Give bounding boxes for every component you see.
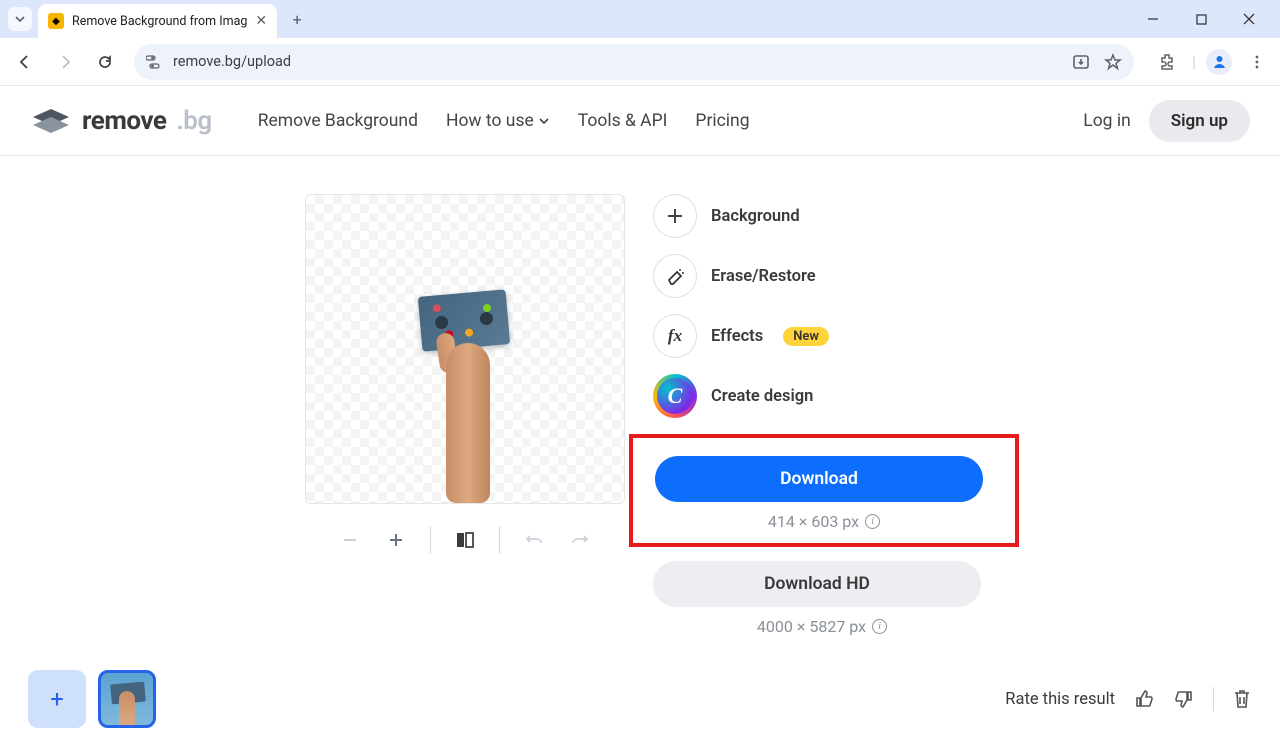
add-image-button[interactable]: +: [28, 670, 86, 728]
nav-pricing[interactable]: Pricing: [695, 111, 749, 131]
forward-button[interactable]: [48, 45, 82, 79]
download-hd-button[interactable]: Download HD: [653, 561, 981, 607]
browser-tab-active[interactable]: ◆ Remove Background from Imag ✕: [38, 4, 277, 38]
reload-button[interactable]: [88, 45, 122, 79]
logo-text-secondary: .bg: [176, 106, 211, 136]
download-hd-dimensions: 4000 × 5827 px i: [653, 617, 991, 636]
compare-toggle-button[interactable]: [453, 528, 477, 552]
redo-button[interactable]: [568, 528, 592, 552]
nav-remove-background[interactable]: Remove Background: [258, 111, 418, 131]
new-badge: New: [783, 327, 829, 346]
action-label: Create design: [711, 387, 813, 406]
download-button[interactable]: Download: [655, 456, 983, 502]
zoom-out-button[interactable]: [338, 528, 362, 552]
effects-icon: fx: [653, 314, 697, 358]
action-erase-restore[interactable]: Erase/Restore: [653, 254, 991, 298]
bottom-bar: + Rate this result: [0, 665, 1280, 739]
delete-icon[interactable]: [1232, 688, 1252, 710]
tab-close-icon[interactable]: ✕: [255, 13, 267, 29]
action-label: Effects: [711, 327, 763, 346]
result-image: [410, 293, 520, 503]
menu-icon[interactable]: [1242, 47, 1272, 77]
extensions-icon[interactable]: [1152, 47, 1182, 77]
image-preview-canvas[interactable]: [305, 194, 625, 504]
browser-tab-bar: ◆ Remove Background from Imag ✕ +: [0, 0, 1280, 38]
download-dimensions: 414 × 603 px i: [655, 512, 993, 531]
rate-label: Rate this result: [1005, 690, 1115, 709]
favicon-icon: ◆: [48, 13, 64, 29]
thumbs-up-icon[interactable]: [1133, 688, 1155, 710]
undo-button[interactable]: [522, 528, 546, 552]
close-window-button[interactable]: [1234, 4, 1264, 34]
info-icon[interactable]: i: [865, 514, 880, 529]
canvas-toolbar: [305, 504, 625, 554]
action-background[interactable]: Background: [653, 194, 991, 238]
action-label: Background: [711, 207, 800, 226]
tabs-dropdown-button[interactable]: [8, 7, 32, 31]
site-settings-icon[interactable]: [146, 55, 163, 69]
canva-icon: C: [653, 374, 697, 418]
site-header: remove .bg Remove Background How to use T…: [0, 86, 1280, 156]
login-link[interactable]: Log in: [1083, 111, 1131, 131]
bookmark-icon[interactable]: [1104, 53, 1122, 71]
plus-icon: [653, 194, 697, 238]
profile-avatar[interactable]: [1206, 49, 1232, 75]
chevron-down-icon: [14, 13, 26, 25]
site-logo[interactable]: remove .bg: [30, 105, 212, 137]
info-icon[interactable]: i: [872, 619, 887, 634]
nav-tools-api[interactable]: Tools & API: [578, 111, 668, 131]
image-thumbnail-selected[interactable]: [98, 670, 156, 728]
browser-url-bar: remove.bg/upload |: [0, 38, 1280, 86]
signup-button[interactable]: Sign up: [1149, 100, 1250, 142]
back-button[interactable]: [8, 45, 42, 79]
zoom-in-button[interactable]: [384, 528, 408, 552]
thumbs-down-icon[interactable]: [1173, 688, 1195, 710]
window-controls: [1138, 4, 1272, 34]
chevron-down-icon: [538, 115, 550, 127]
logo-text-primary: remove: [82, 106, 166, 136]
maximize-button[interactable]: [1186, 4, 1216, 34]
logo-mark-icon: [30, 105, 72, 137]
erase-icon: [653, 254, 697, 298]
minimize-button[interactable]: [1138, 4, 1168, 34]
action-create-design[interactable]: C Create design: [653, 374, 991, 418]
url-text: remove.bg/upload: [173, 53, 291, 70]
address-bar[interactable]: remove.bg/upload: [134, 44, 1134, 80]
action-label: Erase/Restore: [711, 267, 816, 286]
download-highlight-box: Download 414 × 603 px i: [629, 434, 1019, 547]
tab-title: Remove Background from Imag: [72, 14, 247, 29]
nav-how-to-use[interactable]: How to use: [446, 111, 550, 131]
install-app-icon[interactable]: [1072, 53, 1090, 71]
action-effects[interactable]: fx Effects New: [653, 314, 991, 358]
new-tab-button[interactable]: +: [283, 5, 311, 33]
main-nav: Remove Background How to use Tools & API…: [258, 111, 750, 131]
